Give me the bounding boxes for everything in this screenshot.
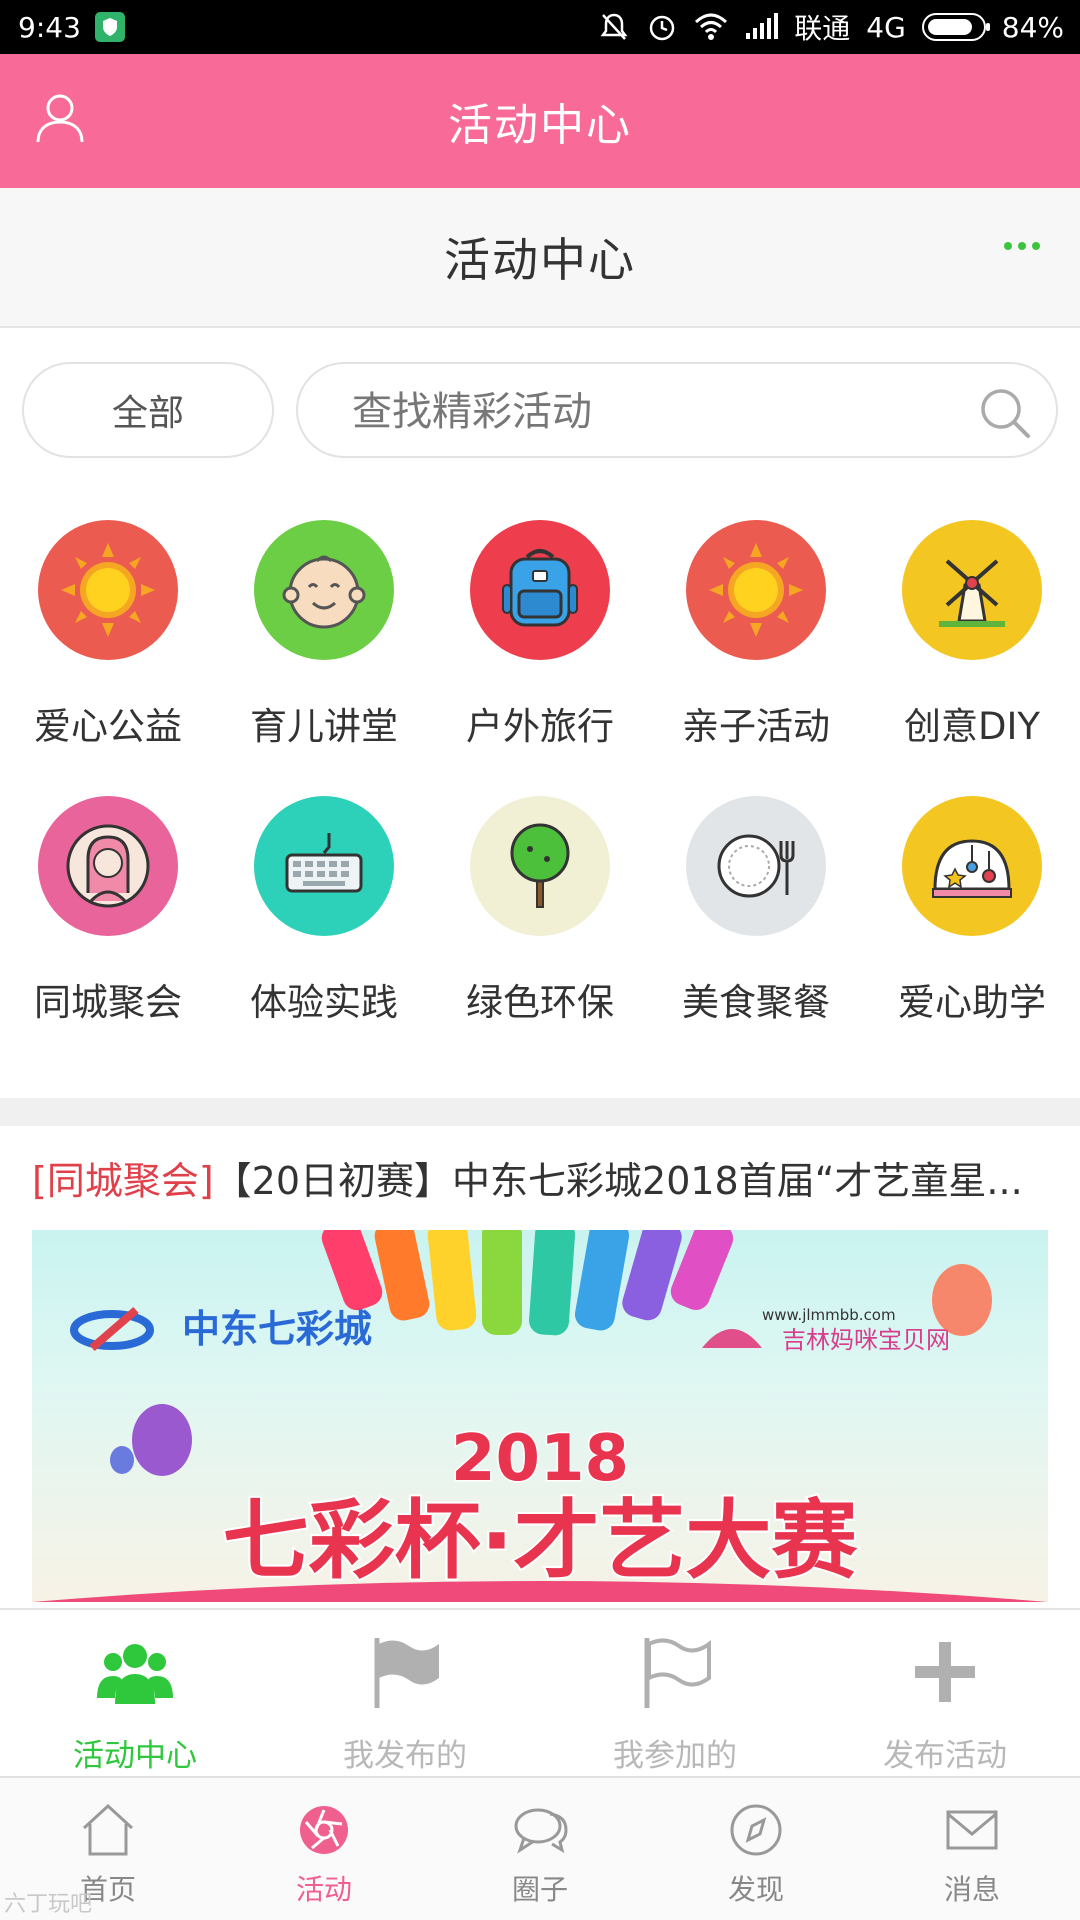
tab-my-published[interactable]: 我发布的 (270, 1610, 540, 1776)
banner-url: www.jlmmbb.com (762, 1306, 896, 1324)
envelope-icon (946, 1810, 998, 1850)
feed-item-tag: [同城聚会] (32, 1159, 214, 1203)
tab-label: 活动中心 (73, 1738, 197, 1774)
category-1[interactable]: 育儿讲堂 (216, 520, 432, 760)
tree-icon (470, 796, 610, 936)
keyboard-icon (254, 796, 394, 936)
mute-bell-icon (600, 13, 628, 40)
tab-label: 发布活动 (883, 1738, 1007, 1774)
category-5[interactable]: 同城聚会 (0, 796, 216, 1036)
search-input[interactable] (352, 384, 912, 440)
nav-label: 发现 (727, 1873, 784, 1906)
tab-activity-center[interactable]: 活动中心 (0, 1610, 270, 1776)
header-title: 活动中心 (448, 100, 632, 151)
flag-outline-icon (644, 1638, 711, 1708)
banner-illustration: 中东七彩城 www.jlmmbb.com 吉林妈咪宝贝网 2018 七彩杯·才艺… (32, 1230, 1048, 1602)
banner-brand-left: 中东七彩城 (182, 1307, 372, 1351)
tab-label: 我参加的 (613, 1738, 737, 1774)
section-divider (0, 1098, 1080, 1126)
activity-tabs: 活动中心 我发布的 我参加的 发布活动 (0, 1608, 1080, 1776)
sun-icon (38, 520, 178, 660)
nav-discover[interactable]: 发现 (648, 1778, 864, 1920)
category-label: 体验实践 (250, 981, 398, 1024)
category-9[interactable]: 爱心助学 (864, 796, 1080, 1036)
category-8[interactable]: 美食聚餐 (648, 796, 864, 1036)
tab-publish-activity[interactable]: 发布活动 (810, 1610, 1080, 1776)
woman-avatar-icon (38, 796, 178, 936)
page-subheader: 活动中心 (0, 188, 1080, 328)
plate-fork-icon (686, 796, 826, 936)
camera-shutter-icon (300, 1806, 348, 1854)
page-title: 活动中心 (444, 233, 636, 287)
banner-headline: 七彩杯·才艺大赛 (223, 1491, 859, 1591)
category-label: 绿色环保 (466, 981, 614, 1024)
plus-icon (915, 1642, 975, 1702)
user-icon[interactable] (32, 90, 88, 146)
network-label: 4G (866, 10, 906, 44)
filter-all-button[interactable]: 全部 (22, 362, 274, 458)
search-box[interactable] (296, 362, 1058, 458)
people-group-icon (97, 1644, 173, 1704)
battery-icon (921, 13, 990, 41)
nav-circles[interactable]: 圈子 (432, 1778, 648, 1920)
category-label: 爱心助学 (898, 981, 1046, 1024)
category-label: 亲子活动 (682, 705, 830, 748)
chat-bubbles-icon (514, 1808, 568, 1854)
bottom-navigation: 首页 活动 圈子 发现 消息 (0, 1776, 1080, 1920)
banner-year: 2018 (451, 1422, 629, 1496)
category-label: 爱心公益 (34, 705, 182, 748)
category-2[interactable]: 户外旅行 (432, 520, 648, 760)
category-label: 创意DIY (903, 705, 1040, 748)
signal-icon (746, 13, 779, 39)
feed-banner-image[interactable]: 中东七彩城 www.jlmmbb.com 吉林妈咪宝贝网 2018 七彩杯·才艺… (32, 1230, 1048, 1602)
flag-filled-icon (374, 1638, 439, 1708)
shield-icon (94, 12, 125, 42)
feed-item-title[interactable]: [同城聚会]【20日初赛】中东七彩城2018首届“才艺童星... (32, 1150, 1052, 1205)
category-label: 育儿讲堂 (250, 705, 398, 748)
banner-brand-right: 吉林妈咪宝贝网 (782, 1326, 950, 1354)
feed-item-text: 【20日初赛】中东七彩城2018首届“才艺童星... (213, 1159, 1023, 1203)
nav-messages[interactable]: 消息 (864, 1778, 1080, 1920)
category-7[interactable]: 绿色环保 (432, 796, 648, 1036)
nav-label: 消息 (943, 1873, 1000, 1906)
nav-label: 活动 (295, 1873, 352, 1906)
sun-icon (686, 520, 826, 660)
backpack-icon (470, 520, 610, 660)
category-3[interactable]: 亲子活动 (648, 520, 864, 760)
alarm-icon (649, 15, 675, 41)
nav-activity[interactable]: 活动 (216, 1778, 432, 1920)
battery-percent: 84% (1001, 10, 1064, 44)
category-0[interactable]: 爱心公益 (0, 520, 216, 760)
category-6[interactable]: 体验实践 (216, 796, 432, 1036)
search-icon[interactable] (976, 384, 1034, 442)
status-time: 9:43 (18, 10, 81, 44)
status-bar: 9:43 联通 4G 84% (0, 0, 1080, 54)
nav-label: 圈子 (511, 1873, 568, 1906)
windmill-icon (902, 520, 1042, 660)
category-label: 美食聚餐 (682, 981, 830, 1024)
more-options-icon[interactable] (1004, 242, 1040, 250)
category-4[interactable]: 创意DIY (864, 520, 1080, 760)
app-header: 活动中心 (0, 54, 1080, 188)
planetarium-icon (902, 796, 1042, 936)
category-label: 户外旅行 (466, 705, 614, 748)
home-icon (82, 1803, 134, 1856)
wifi-icon (695, 13, 728, 40)
baby-face-icon (254, 520, 394, 660)
compass-icon (730, 1804, 782, 1856)
carrier-label: 联通 (794, 12, 851, 45)
watermark: 六丁玩吧 (4, 1892, 93, 1917)
tab-label: 我发布的 (343, 1738, 467, 1774)
category-label: 同城聚会 (34, 981, 182, 1024)
tab-my-joined[interactable]: 我参加的 (540, 1610, 810, 1776)
